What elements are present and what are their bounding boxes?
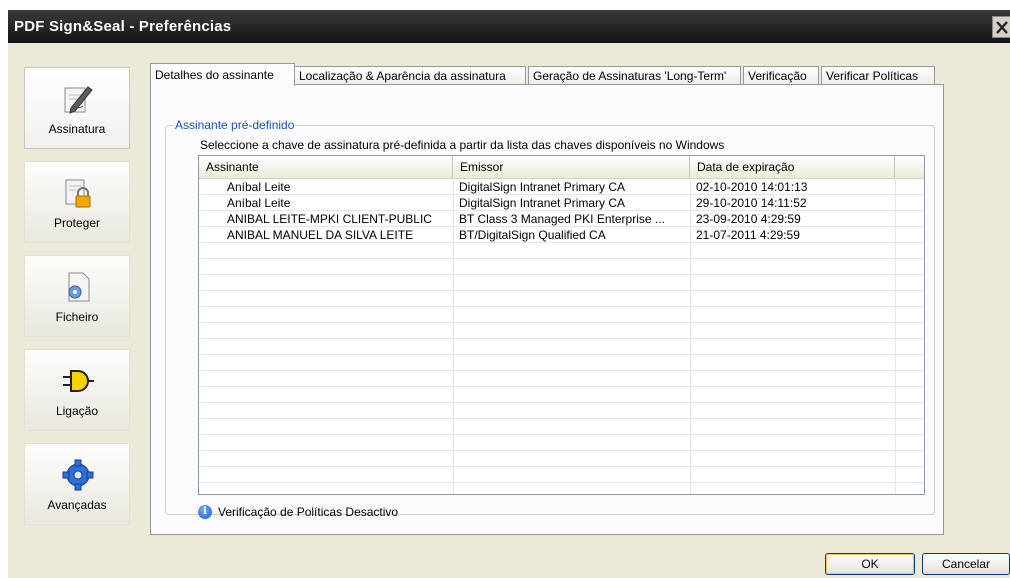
grid-line <box>199 434 924 435</box>
preferences-window: PDF Sign&Seal - Preferências Assinatura <box>8 10 1010 578</box>
cell-data-expiracao: 02-10-2010 14:01:13 <box>696 180 808 194</box>
grid-line <box>199 354 924 355</box>
tab-geracao-long-term[interactable]: Geração de Assinaturas 'Long-Term' <box>528 66 741 85</box>
column-header-data-expiracao[interactable]: Data de expiração <box>690 156 895 178</box>
tab-localizacao-aparencia[interactable]: Localização & Aparência da assinatura <box>294 66 526 85</box>
cell-emissor: DigitalSign Intranet Primary CA <box>459 196 626 210</box>
sidebar-item-assinatura[interactable]: Assinatura <box>24 67 130 149</box>
table-row[interactable]: ANIBAL LEITE-MPKI CLIENT-PUBLIC BT Class … <box>199 211 924 227</box>
sidebar-item-label: Ligação <box>55 404 99 418</box>
grid-column-line <box>690 178 691 494</box>
cell-assinante: Aníbal Leite <box>227 196 291 210</box>
sidebar-item-label: Proteger <box>53 216 101 230</box>
pen-paper-icon <box>64 86 93 114</box>
grid-line <box>199 274 924 275</box>
cell-data-expiracao: 29-10-2010 14:11:52 <box>696 196 807 210</box>
grid-column-line <box>895 178 896 494</box>
signer-key-list[interactable]: Assinante Emissor Data de expiração Aníb… <box>198 155 925 495</box>
column-header-assinante[interactable]: Assinante <box>199 156 453 178</box>
cell-assinante: Aníbal Leite <box>227 180 291 194</box>
grid-line <box>199 450 924 451</box>
grid-line <box>199 386 924 387</box>
sidebar-item-avancadas[interactable]: Avançadas <box>24 443 130 525</box>
grid-line <box>199 210 924 211</box>
grid-line <box>199 194 924 195</box>
grid-line <box>199 290 924 291</box>
list-header: Assinante Emissor Data de expiração <box>199 156 924 179</box>
file-gear-icon <box>68 272 90 302</box>
cell-assinante: ANIBAL MANUEL DA SILVA LEITE <box>227 228 414 242</box>
grid-line <box>199 338 924 339</box>
cancel-button[interactable]: Cancelar <box>922 553 1010 575</box>
close-button[interactable] <box>992 16 1010 38</box>
sidebar-item-label: Ficheiro <box>55 310 99 324</box>
grid-line <box>199 466 924 467</box>
table-row[interactable]: ANIBAL MANUEL DA SILVA LEITE BT/DigitalSi… <box>199 227 924 243</box>
grid-line <box>199 226 924 227</box>
lock-document-icon <box>65 179 91 208</box>
table-row[interactable]: Aníbal Leite DigitalSign Intranet Primary… <box>199 179 924 195</box>
window-title: PDF Sign&Seal - Preferências <box>14 18 232 35</box>
grid-line <box>199 402 924 403</box>
cell-data-expiracao: 21-07-2011 4:29:59 <box>696 228 800 242</box>
tab-detalhes-assinante[interactable]: Detalhes do assinante <box>150 63 295 86</box>
ok-button[interactable]: OK <box>825 553 915 575</box>
grid-column-line <box>453 178 454 494</box>
close-icon <box>996 21 1008 34</box>
plug-icon <box>63 370 94 392</box>
column-header-emissor[interactable]: Emissor <box>453 156 690 178</box>
sidebar-item-label: Avançadas <box>47 498 107 512</box>
grid-line <box>199 418 924 419</box>
grid-line <box>199 258 924 259</box>
cell-emissor: BT Class 3 Managed PKI Enterprise ... <box>459 212 665 226</box>
cell-emissor: DigitalSign Intranet Primary CA <box>459 180 626 194</box>
tab-verificacao[interactable]: Verificação <box>743 66 819 85</box>
window-content: Assinatura Proteger Ficheiro Ligação Ava… <box>8 43 1010 578</box>
cell-assinante: ANIBAL LEITE-MPKI CLIENT-PUBLIC <box>227 212 432 226</box>
grid-line <box>199 370 924 371</box>
sidebar-item-ligacao[interactable]: Ligação <box>24 349 130 431</box>
grid-line <box>199 306 924 307</box>
table-row[interactable]: Aníbal Leite DigitalSign Intranet Primary… <box>199 195 924 211</box>
cell-data-expiracao: 23-09-2010 4:29:59 <box>696 212 801 226</box>
title-bar[interactable]: PDF Sign&Seal - Preferências <box>8 10 1010 43</box>
sidebar-item-label: Assinatura <box>48 122 106 136</box>
grid-line <box>199 322 924 323</box>
grid-line <box>199 242 924 243</box>
sidebar-item-proteger[interactable]: Proteger <box>24 161 130 243</box>
sidebar-item-ficheiro[interactable]: Ficheiro <box>24 255 130 337</box>
tab-verificar-politicas[interactable]: Verificar Políticas <box>821 66 935 85</box>
grid-line <box>199 482 924 483</box>
gear-icon <box>62 459 94 491</box>
group-title: Assinante pré-definido <box>173 118 297 132</box>
cell-emissor: BT/DigitalSign Qualified CA <box>459 228 606 242</box>
